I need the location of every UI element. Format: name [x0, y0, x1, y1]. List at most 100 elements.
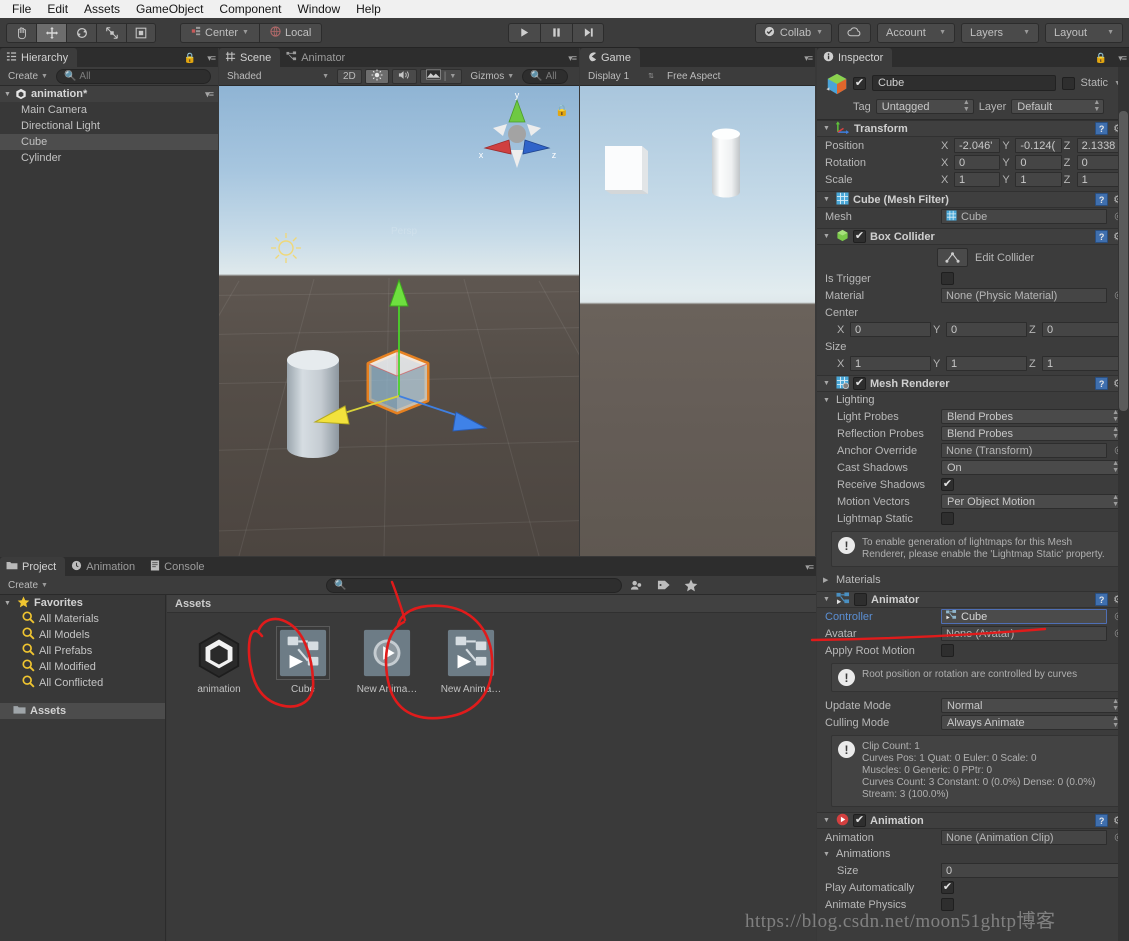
menu-edit[interactable]: Edit [39, 0, 76, 18]
animations-foldout[interactable]: ▼ Animations [817, 846, 1129, 862]
position-y-input[interactable]: -0.124( [1015, 138, 1062, 153]
tab-hierarchy[interactable]: Hierarchy [0, 48, 78, 67]
scale-tool-icon[interactable] [96, 22, 126, 43]
animation-clip-field[interactable]: None (Animation Clip) [941, 830, 1108, 845]
animator-enabled-checkbox[interactable] [854, 593, 867, 606]
hierarchy-search-input[interactable]: 🔍 All [55, 68, 211, 84]
center-y-input[interactable]: 0 [946, 322, 1027, 337]
anchor-override-field[interactable]: None (Transform) [941, 443, 1108, 458]
panel-menu-icon[interactable]: ▾≡ [805, 562, 814, 573]
menu-file[interactable]: File [4, 0, 39, 18]
display-dropdown[interactable]: Display 1 ⇅ [583, 69, 659, 84]
play-automatically-checkbox[interactable] [941, 881, 954, 894]
help-icon[interactable]: ? [1095, 193, 1109, 206]
apply-root-motion-checkbox[interactable] [941, 644, 954, 657]
receive-shadows-checkbox[interactable] [941, 478, 954, 491]
animation-enabled-checkbox[interactable] [853, 814, 866, 827]
center-z-input[interactable]: 0 [1042, 322, 1123, 337]
project-search-input[interactable]: 🔍 [325, 577, 622, 593]
cloud-button[interactable] [838, 22, 871, 43]
rotation-y-input[interactable]: 0 [1015, 155, 1062, 170]
move-tool-icon[interactable] [36, 22, 66, 43]
menu-gameobject[interactable]: GameObject [128, 0, 211, 18]
tab-project[interactable]: Project [0, 557, 66, 576]
chevron-down-icon[interactable]: ▼ [823, 817, 832, 824]
menu-help[interactable]: Help [348, 0, 389, 18]
panel-menu-icon[interactable]: ▾≡ [804, 53, 813, 64]
box-collider-enabled-checkbox[interactable] [853, 230, 866, 243]
tab-animator[interactable]: Animator [280, 48, 354, 67]
chevron-down-icon[interactable]: ▼ [4, 91, 15, 98]
scene-menu-icon[interactable]: ▾≡ [205, 89, 218, 100]
size-z-input[interactable]: 1 [1042, 356, 1123, 371]
component-header-mesh-renderer[interactable]: ▼ Mesh Renderer ? ⚙ [817, 375, 1129, 392]
project-tree-assets[interactable]: Assets [0, 703, 165, 719]
lock-icon[interactable]: 🔒 [184, 53, 196, 64]
asset-item-new-animator-controller[interactable]: New Anima… [433, 627, 509, 695]
rotation-z-input[interactable]: 0 [1076, 155, 1123, 170]
culling-mode-dropdown[interactable]: Always Animate ▲ ▼ [941, 715, 1123, 730]
chevron-down-icon[interactable]: ▼ [823, 233, 832, 240]
motion-vectors-dropdown[interactable]: Per Object Motion ▲ ▼ [941, 494, 1123, 509]
scene-viewport[interactable]: y x z 🔒 Persp [219, 86, 579, 556]
reflection-probes-dropdown[interactable]: Blend Probes ▲ ▼ [941, 426, 1123, 441]
account-button[interactable]: Account ▼ [877, 22, 955, 43]
size-y-input[interactable]: 1 [946, 356, 1027, 371]
gameobject-enabled-checkbox[interactable] [853, 76, 866, 90]
position-x-input[interactable]: -2.046' [954, 138, 1001, 153]
asset-item-animation[interactable]: animation [181, 627, 257, 695]
is-trigger-checkbox[interactable] [941, 272, 954, 285]
chevron-down-icon[interactable]: ▼ [823, 397, 832, 404]
rotate-tool-icon[interactable] [66, 22, 96, 43]
move-gizmo[interactable] [279, 266, 499, 466]
favorite-all-conflicted[interactable]: All Conflicted [0, 675, 165, 691]
favorite-all-modified[interactable]: All Modified [0, 659, 165, 675]
gizmos-dropdown[interactable]: Gizmos ▼ [465, 69, 519, 84]
hierarchy-item-cylinder[interactable]: Cylinder [0, 150, 218, 166]
animator-controller-field[interactable]: Cube [941, 609, 1108, 624]
pause-button[interactable] [540, 22, 572, 43]
pivot-mode-button[interactable]: Center ▼ [180, 22, 259, 43]
aspect-dropdown[interactable]: Free Aspect [662, 69, 725, 84]
hierarchy-item-main-camera[interactable]: Main Camera [0, 102, 218, 118]
panel-menu-icon[interactable]: ▾≡ [568, 53, 577, 64]
tab-console[interactable]: Console [144, 557, 213, 576]
component-header-mesh-filter[interactable]: ▼ Cube (Mesh Filter) ? ⚙ [817, 191, 1129, 208]
scene-fx-dropdown[interactable]: | ▼ [419, 68, 463, 84]
tab-game[interactable]: Game [580, 48, 640, 67]
help-icon[interactable]: ? [1095, 814, 1109, 827]
scene-lighting-toggle[interactable] [364, 68, 389, 84]
layer-dropdown[interactable]: Default ▲ ▼ [1011, 99, 1105, 114]
lighting-foldout[interactable]: ▼ Lighting [817, 392, 1129, 408]
inspector-scrollbar[interactable] [1118, 67, 1129, 941]
tab-animation[interactable]: Animation [65, 557, 144, 576]
favorite-all-materials[interactable]: All Materials [0, 611, 165, 627]
lightmap-static-checkbox[interactable] [941, 512, 954, 525]
rect-tool-icon[interactable] [126, 22, 156, 43]
asset-item-new-animation-clip[interactable]: New Anima… [349, 627, 425, 695]
menu-window[interactable]: Window [289, 0, 348, 18]
chevron-down-icon[interactable]: ▼ [823, 196, 832, 203]
panel-menu-icon[interactable]: ▾≡ [1118, 53, 1127, 64]
chevron-down-icon[interactable]: ▼ [823, 851, 832, 858]
rotation-x-input[interactable]: 0 [954, 155, 1001, 170]
center-x-input[interactable]: 0 [850, 322, 931, 337]
cast-shadows-dropdown[interactable]: On ▲ ▼ [941, 460, 1123, 475]
hierarchy-item-cube[interactable]: Cube [0, 134, 218, 150]
menu-assets[interactable]: Assets [76, 0, 128, 18]
lock-icon[interactable]: 🔒 [1095, 53, 1107, 64]
create-button[interactable]: Create ▼ [3, 69, 53, 84]
component-header-animation[interactable]: ▼ Animation ? ⚙ [817, 812, 1129, 829]
layout-button[interactable]: Layout ▼ [1045, 22, 1123, 43]
physic-material-field[interactable]: None (Physic Material) [941, 288, 1108, 303]
animations-size-input[interactable]: 0 [941, 863, 1123, 878]
toggle-2d-button[interactable]: 2D [337, 68, 362, 84]
scale-x-input[interactable]: 1 [954, 172, 1001, 187]
avatar-field[interactable]: None (Avatar) [941, 626, 1108, 641]
directional-light-gizmo[interactable] [266, 228, 306, 268]
tab-scene[interactable]: Scene [219, 48, 281, 67]
chevron-down-icon[interactable]: ▼ [823, 596, 832, 603]
asset-item-cube-controller[interactable]: Cube [265, 626, 341, 695]
filter-by-label-icon[interactable] [652, 578, 676, 593]
help-icon[interactable]: ? [1095, 593, 1109, 606]
